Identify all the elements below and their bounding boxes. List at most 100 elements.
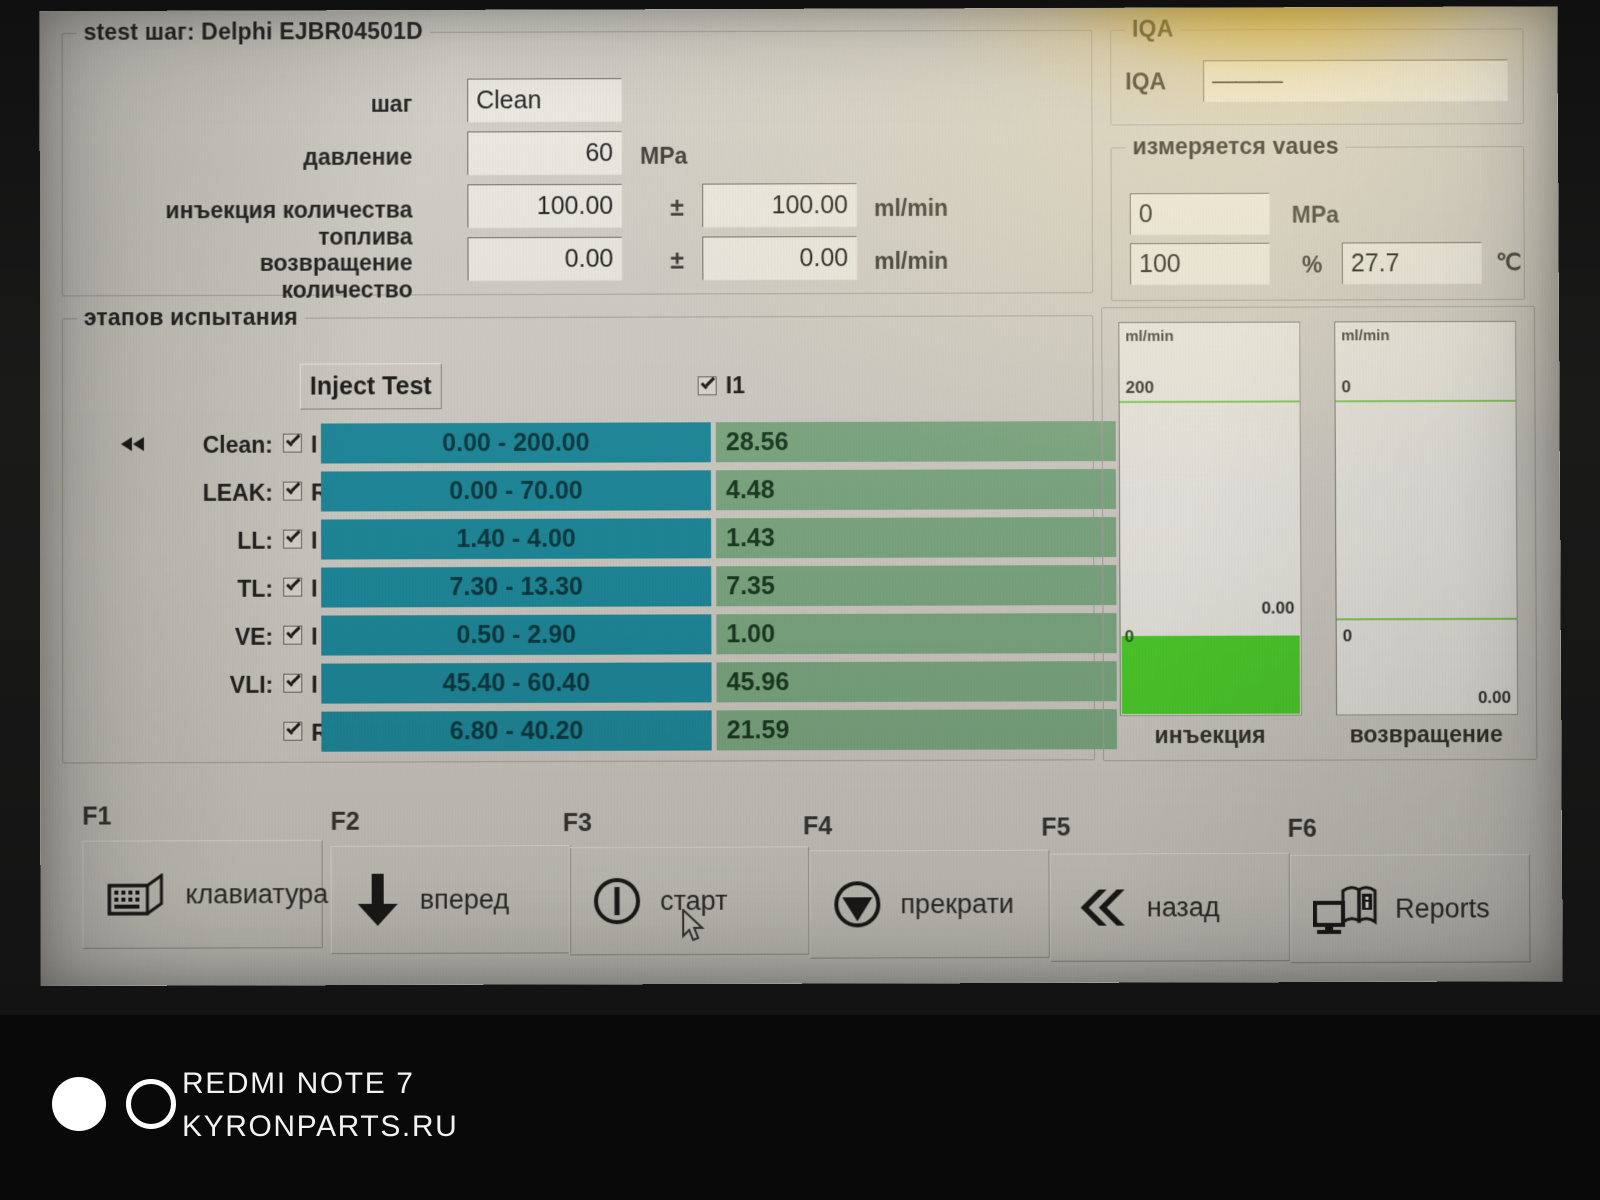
test-stages-group-title: этапов испытания bbox=[77, 304, 305, 332]
inject-test-button[interactable]: Inject Test bbox=[300, 363, 442, 409]
watermark-dot-outline bbox=[126, 1079, 176, 1129]
watermark-lens-icon bbox=[52, 1077, 176, 1131]
row-name: VLI: bbox=[118, 672, 273, 700]
return-value-field[interactable]: 0.00 bbox=[467, 237, 622, 281]
injection-gauge-tick-label-0: 0 bbox=[1125, 627, 1135, 647]
row-checkbox[interactable] bbox=[283, 674, 302, 693]
fbutton-stop[interactable]: прекрати bbox=[809, 850, 1050, 959]
injection-tolerance-field[interactable]: 100.00 bbox=[702, 183, 857, 227]
row-range-bar: 45.40 - 60.40 bbox=[321, 662, 711, 703]
table-row[interactable]: LL: I 1.40 - 4.00 1.43 bbox=[63, 517, 1093, 560]
fbutton-keyboard[interactable]: клавиатура bbox=[82, 840, 322, 949]
table-row[interactable]: VE: I 0.50 - 2.90 1.00 bbox=[63, 613, 1094, 656]
column-checkbox-i1[interactable]: I1 bbox=[698, 372, 745, 399]
injection-gauge-value-label: 0.00 bbox=[1261, 598, 1294, 618]
row-range-bar: 0.00 - 200.00 bbox=[321, 422, 711, 463]
row-side: I bbox=[311, 528, 317, 555]
row-range-bar: 7.30 - 13.30 bbox=[321, 566, 711, 607]
camera-watermark: REDMI NOTE 7 KYRONPARTS.RU bbox=[0, 1015, 1600, 1200]
test-step-group-title: stest шаг: Delphi EJBR04501D bbox=[77, 18, 430, 46]
photo-of-monitor: stest шаг: Delphi EJBR04501D шаг Clean д… bbox=[0, 0, 1600, 1200]
table-row[interactable]: LEAK: R 0.00 - 70.00 4.48 bbox=[63, 469, 1093, 512]
row-name: LL: bbox=[118, 528, 273, 555]
return-gauge-tick-label-bottom: 0 bbox=[1343, 626, 1353, 646]
table-row[interactable]: Clean: I 0.00 - 200.00 28.56 bbox=[63, 421, 1093, 464]
injection-gauge-tick-line-200 bbox=[1120, 400, 1300, 403]
chevron-double-left-icon bbox=[1073, 886, 1129, 928]
fkey-label-f5: F5 bbox=[1041, 813, 1070, 842]
row-value-bar: 45.96 bbox=[716, 661, 1116, 702]
row-side: I bbox=[311, 576, 317, 603]
fkey-label-f6: F6 bbox=[1288, 815, 1317, 844]
row-value-bar: 1.00 bbox=[716, 613, 1116, 654]
row-checkbox[interactable] bbox=[283, 482, 302, 501]
return-plusminus: ± bbox=[670, 247, 684, 276]
measured-temperature-field: 27.7 bbox=[1342, 242, 1482, 284]
row-checkbox[interactable] bbox=[283, 434, 302, 453]
mouse-cursor bbox=[681, 909, 707, 945]
injection-gauge-fill bbox=[1122, 635, 1300, 714]
monitor-book-icon bbox=[1313, 881, 1377, 937]
return-tolerance-field[interactable]: 0.00 bbox=[702, 236, 857, 280]
measured-pressure-unit: MPa bbox=[1292, 202, 1339, 229]
measured-percent-unit: % bbox=[1302, 252, 1323, 279]
iqa-group-title: IQA bbox=[1125, 16, 1181, 43]
fbutton-forward[interactable]: вперед bbox=[331, 845, 572, 954]
table-row[interactable]: VLI: I 45.40 - 60.40 45.96 bbox=[63, 661, 1094, 704]
fbutton-forward-label: вперед bbox=[420, 884, 509, 915]
fbutton-reports[interactable]: Reports bbox=[1290, 854, 1531, 963]
row-checkbox[interactable] bbox=[283, 626, 302, 645]
table-row[interactable]: R 6.80 - 40.20 21.59 bbox=[63, 709, 1094, 752]
watermark-dot-filled bbox=[52, 1077, 106, 1131]
step-label: шаг bbox=[262, 91, 412, 118]
return-gauge-unit: ml/min bbox=[1341, 327, 1389, 344]
return-label: возвращение количество bbox=[123, 249, 413, 304]
row-side: I bbox=[311, 624, 317, 651]
fkey-label-f1: F1 bbox=[82, 802, 111, 831]
step-value-field[interactable]: Clean bbox=[467, 78, 622, 122]
iqa-group: IQA IQA ——— bbox=[1110, 28, 1524, 125]
fbutton-keyboard-label: клавиатура bbox=[185, 878, 328, 910]
return-gauge-tick-line-top bbox=[1336, 400, 1516, 403]
row-value-bar: 28.56 bbox=[716, 421, 1116, 462]
injection-gauge-unit: ml/min bbox=[1125, 328, 1173, 345]
measured-pressure-field: 0 bbox=[1130, 193, 1270, 235]
row-name: LEAK: bbox=[118, 480, 273, 507]
return-gauge-value-label: 0.00 bbox=[1478, 688, 1511, 708]
watermark-line2: KYRONPARTS.RU bbox=[182, 1105, 458, 1148]
row-value-bar: 7.35 bbox=[716, 565, 1116, 606]
row-value-bar: 21.59 bbox=[717, 709, 1117, 750]
pressure-label: давление bbox=[193, 144, 413, 172]
iqa-field[interactable]: ——— bbox=[1203, 59, 1508, 102]
pressure-value-field[interactable]: 60 bbox=[467, 131, 622, 175]
fbutton-back[interactable]: назад bbox=[1049, 853, 1290, 962]
i1-checkbox[interactable] bbox=[698, 376, 717, 395]
arrow-down-icon bbox=[354, 872, 402, 928]
row-checkbox[interactable] bbox=[283, 530, 302, 549]
measured-percent-field: 100 bbox=[1130, 243, 1270, 285]
watermark-text: REDMI NOTE 7 KYRONPARTS.RU bbox=[182, 1062, 458, 1148]
fkey-label-f4: F4 bbox=[803, 812, 832, 841]
row-value-bar: 4.48 bbox=[716, 469, 1116, 510]
diesel-injector-test-bench-app: stest шаг: Delphi EJBR04501D шаг Clean д… bbox=[40, 6, 1563, 986]
injection-gauge-tick-label-200: 200 bbox=[1126, 378, 1154, 398]
fbutton-stop-label: прекрати bbox=[900, 888, 1014, 919]
injection-gauge: ml/min 200 0.00 0 bbox=[1118, 322, 1302, 717]
stop-icon bbox=[832, 879, 882, 929]
row-checkbox[interactable] bbox=[283, 722, 302, 741]
table-row[interactable]: TL: I 7.30 - 13.30 7.35 bbox=[63, 565, 1093, 608]
flow-gauges-panel: ml/min 200 0.00 0 инъекция ml/min 0 0 0.… bbox=[1101, 306, 1537, 761]
pressure-unit: MPa bbox=[640, 143, 687, 170]
row-checkbox[interactable] bbox=[283, 578, 302, 597]
measured-values-group: измеряется vaues 0 MPa 100 % 27.7 ℃ bbox=[1111, 146, 1525, 301]
i1-label: I1 bbox=[726, 372, 745, 399]
return-gauge: ml/min 0 0 0.00 bbox=[1334, 321, 1518, 716]
injection-value-field[interactable]: 100.00 bbox=[467, 184, 622, 228]
return-gauge-tick-label-top: 0 bbox=[1341, 377, 1351, 397]
fbutton-back-label: назад bbox=[1147, 892, 1220, 923]
return-unit: ml/min bbox=[874, 248, 948, 275]
injection-gauge-caption: инъекция bbox=[1120, 722, 1300, 750]
row-range-bar: 0.00 - 70.00 bbox=[321, 470, 711, 511]
keyboard-icon bbox=[105, 873, 167, 915]
row-range-bar: 1.40 - 4.00 bbox=[321, 518, 711, 559]
